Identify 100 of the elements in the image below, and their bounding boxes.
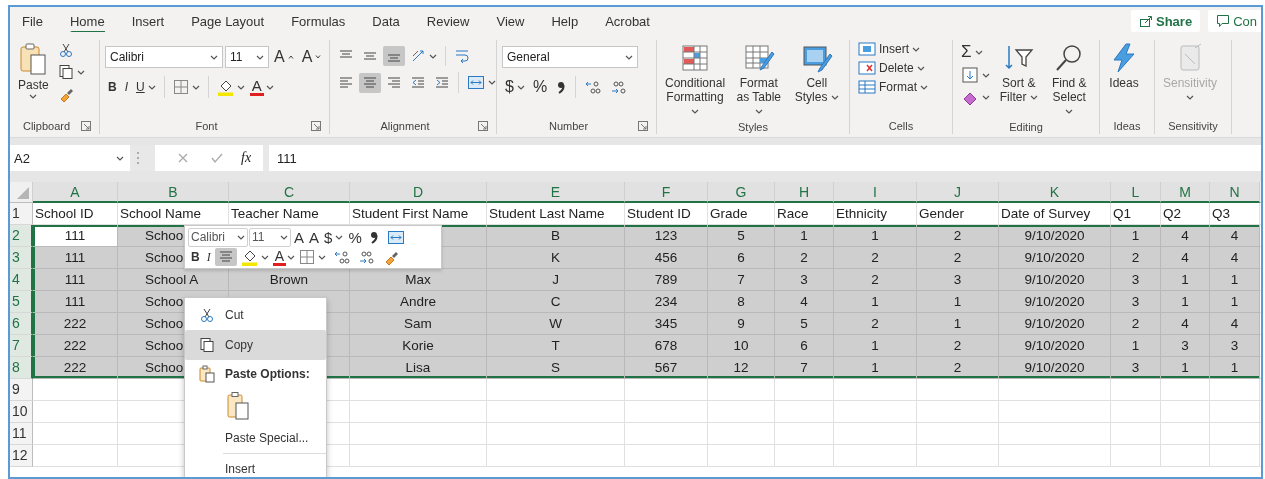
column-header[interactable]: J <box>917 182 999 203</box>
cell[interactable]: Max <box>350 269 487 291</box>
cell[interactable]: 789 <box>625 269 708 291</box>
font-name-dropdown[interactable]: Calibri <box>188 227 248 247</box>
cell[interactable]: 4 <box>1161 313 1210 335</box>
cell[interactable] <box>775 379 834 401</box>
row-header[interactable]: 1 <box>10 203 33 225</box>
row-header[interactable]: 7 <box>10 335 33 357</box>
cell[interactable] <box>708 401 775 423</box>
format-as-table-button[interactable]: Format as Table <box>730 40 788 120</box>
cell[interactable]: 2 <box>775 247 834 269</box>
cell[interactable] <box>487 445 625 467</box>
dialog-launcher[interactable] <box>308 119 324 133</box>
cell[interactable]: 3 <box>1111 269 1161 291</box>
cell[interactable]: C <box>487 291 625 313</box>
percent-button[interactable]: % <box>529 76 551 98</box>
cell[interactable]: 1 <box>1161 357 1210 379</box>
column-header[interactable]: A <box>33 182 118 203</box>
cell[interactable]: 4 <box>1210 313 1260 335</box>
row-header[interactable]: 2 <box>10 225 33 247</box>
cell[interactable]: 678 <box>625 335 708 357</box>
cell[interactable] <box>999 445 1111 467</box>
cell[interactable] <box>999 401 1111 423</box>
cell[interactable] <box>917 379 999 401</box>
cell[interactable]: K <box>487 247 625 269</box>
dialog-launcher[interactable] <box>475 119 491 133</box>
cell[interactable]: 234 <box>625 291 708 313</box>
cell[interactable]: 2 <box>834 269 917 291</box>
cell[interactable]: 2 <box>1111 313 1161 335</box>
cell[interactable] <box>775 423 834 445</box>
cell[interactable] <box>834 445 917 467</box>
share-button[interactable]: Share <box>1131 10 1201 32</box>
cell[interactable]: 3 <box>775 269 834 291</box>
menu-item[interactable]: Copy <box>185 329 326 360</box>
font-color-button[interactable]: A <box>249 78 264 96</box>
cell[interactable]: 3 <box>1111 357 1161 379</box>
cell[interactable]: 9 <box>708 313 775 335</box>
cell[interactable]: 2 <box>917 247 999 269</box>
insert-function-button[interactable]: fx <box>241 150 252 166</box>
cell[interactable] <box>775 401 834 423</box>
tab[interactable]: Formulas <box>279 7 361 35</box>
cell[interactable] <box>999 379 1111 401</box>
font-name-dropdown[interactable]: Calibri <box>105 46 223 68</box>
cell[interactable]: Sam <box>350 313 487 335</box>
formula-input[interactable]: 111 <box>269 145 1261 171</box>
cell[interactable]: 1 <box>1111 335 1161 357</box>
column-header[interactable]: N <box>1210 182 1260 203</box>
column-header[interactable]: F <box>625 182 708 203</box>
align-button[interactable] <box>383 46 405 66</box>
cell[interactable] <box>834 423 917 445</box>
row-header[interactable]: 6 <box>10 313 33 335</box>
cell[interactable] <box>1111 379 1161 401</box>
cell[interactable]: T <box>487 335 625 357</box>
cell[interactable] <box>350 379 487 401</box>
cell[interactable]: 1 <box>834 357 917 379</box>
cell[interactable]: 1 <box>1111 225 1161 247</box>
column-header[interactable]: H <box>775 182 834 203</box>
cell[interactable]: 7 <box>775 357 834 379</box>
menu-item[interactable]: Paste Special... <box>185 423 326 454</box>
cell[interactable] <box>487 379 625 401</box>
cell[interactable]: 1 <box>775 225 834 247</box>
cell[interactable]: 10 <box>708 335 775 357</box>
bold-button[interactable]: B <box>105 78 120 96</box>
cell[interactable]: Andre <box>350 291 487 313</box>
align-center-button[interactable] <box>214 248 237 266</box>
cell[interactable]: 9/10/2020 <box>999 335 1111 357</box>
italic-button[interactable]: I <box>121 78 131 96</box>
cell[interactable]: 1 <box>1161 291 1210 313</box>
cell[interactable]: 111 <box>33 269 118 291</box>
cell[interactable] <box>625 445 708 467</box>
cell[interactable]: 3 <box>1210 335 1260 357</box>
cell[interactable] <box>350 401 487 423</box>
row-header[interactable]: 4 <box>10 269 33 291</box>
bold-button[interactable]: B <box>188 249 203 265</box>
dialog-launcher[interactable] <box>635 119 651 133</box>
cell[interactable] <box>834 379 917 401</box>
cell[interactable]: 1 <box>834 291 917 313</box>
cell[interactable]: 1 <box>1210 357 1260 379</box>
cell[interactable] <box>1111 445 1161 467</box>
cell[interactable]: Lisa <box>350 357 487 379</box>
cell[interactable]: 222 <box>33 313 118 335</box>
cell[interactable]: 9/10/2020 <box>999 225 1111 247</box>
cell[interactable] <box>775 445 834 467</box>
cell[interactable] <box>999 423 1111 445</box>
cell[interactable] <box>487 423 625 445</box>
cell[interactable]: 4 <box>1210 225 1260 247</box>
find-select-button[interactable]: Find & Select <box>1044 40 1094 120</box>
comments-button[interactable]: Con <box>1208 10 1261 32</box>
cell[interactable]: 9/10/2020 <box>999 247 1111 269</box>
tab[interactable]: Review <box>414 7 485 35</box>
underline-button[interactable]: U <box>133 78 159 96</box>
cell[interactable]: Korie <box>350 335 487 357</box>
cell[interactable] <box>33 445 118 467</box>
cell[interactable]: 9/10/2020 <box>999 357 1111 379</box>
cell[interactable]: 5 <box>775 313 834 335</box>
column-header[interactable]: B <box>118 182 229 203</box>
cell[interactable]: 7 <box>708 269 775 291</box>
cell[interactable]: 4 <box>775 291 834 313</box>
cell[interactable]: 111 <box>33 247 118 269</box>
insert-button[interactable]: Insert <box>855 40 931 58</box>
